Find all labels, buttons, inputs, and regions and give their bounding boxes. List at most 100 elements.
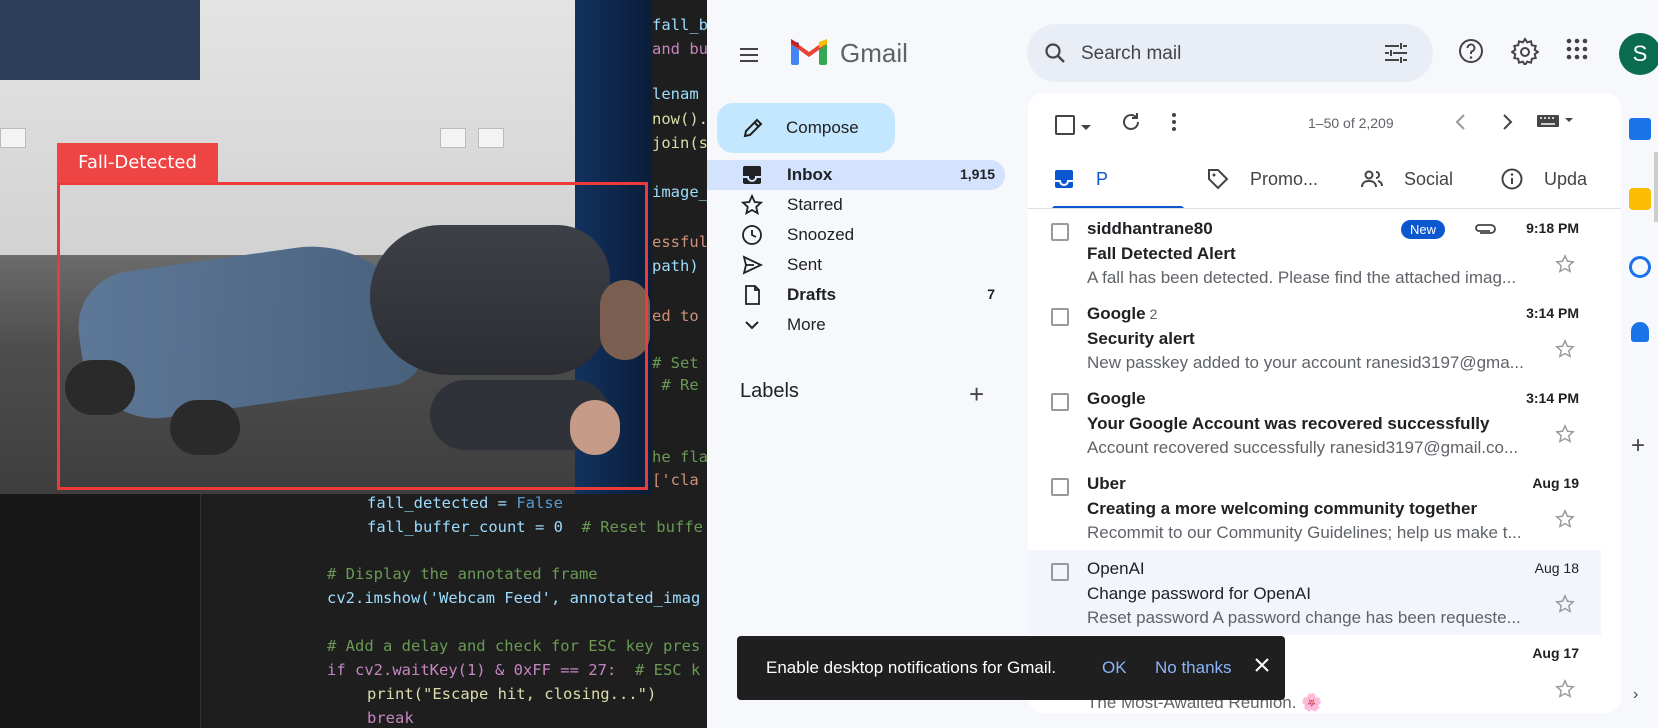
code-line: path) (652, 257, 699, 275)
star-icon[interactable] (1555, 509, 1577, 531)
webcam-feed-window: Fall-Detected (0, 0, 652, 494)
email-checkbox[interactable] (1051, 393, 1069, 411)
email-sender-name: OpenAI (1087, 559, 1145, 578)
star-icon[interactable] (1555, 339, 1577, 361)
sidebar-item-label: Snoozed (787, 225, 855, 244)
email-checkbox[interactable] (1051, 478, 1069, 496)
star-icon[interactable] (1555, 594, 1577, 616)
tab-updates-label: Upda (1544, 169, 1588, 189)
main-menu-icon[interactable] (727, 33, 771, 77)
code-line: break (367, 709, 414, 727)
email-subject: Change password for OpenAI (1087, 584, 1311, 603)
tab-social[interactable]: Social (1360, 153, 1480, 209)
email-subject: Fall Detected Alert (1087, 244, 1236, 263)
code-line: cv2.imshow('Webcam Feed', annotated_imag (327, 589, 700, 607)
email-subject: Security alert (1087, 329, 1195, 348)
email-snippet: Reset password A password change has bee… (1087, 608, 1521, 627)
star-icon[interactable] (1555, 424, 1577, 446)
side-panel: + › (1625, 100, 1658, 720)
prev-page-icon[interactable] (1454, 113, 1468, 136)
toast-no-thanks-button[interactable]: No thanks (1155, 658, 1232, 678)
create-label-icon[interactable]: + (969, 379, 984, 410)
code-line: fall_bu (652, 16, 707, 34)
attachment-icon (1474, 222, 1496, 241)
refresh-icon[interactable] (1120, 111, 1142, 138)
inbox-icon (741, 164, 763, 186)
sidebar-item-sent[interactable]: Sent (707, 250, 1005, 280)
gmail-logo-icon[interactable] (789, 36, 829, 72)
tab-primary[interactable]: P (1052, 153, 1184, 209)
email-snippet: Recommit to our Community Guidelines; he… (1087, 523, 1522, 542)
tab-updates[interactable]: Upda (1500, 153, 1621, 209)
calendar-icon[interactable] (1629, 118, 1651, 140)
email-sender-name: Google (1087, 389, 1146, 408)
select-caret-icon[interactable] (1080, 119, 1092, 137)
email-row[interactable]: Google Your Google Account was recovered … (1028, 380, 1601, 466)
star-icon (740, 193, 764, 216)
show-side-panel-chevron-icon[interactable]: › (1633, 686, 1638, 704)
next-page-icon[interactable] (1500, 113, 1514, 136)
code-token: if cv2.waitKey(1) & 0xFF == 27: (327, 661, 635, 679)
toast-message: Enable desktop notifications for Gmail. (766, 658, 1057, 677)
code-line: fall_buffer_count = 0 # Reset buffe (367, 518, 703, 536)
people-icon (1360, 167, 1386, 193)
contacts-icon[interactable] (1631, 322, 1649, 342)
sidebar-item-drafts[interactable]: Drafts 7 (707, 280, 1005, 310)
tab-promotions[interactable]: Promo... (1206, 153, 1336, 209)
keep-icon[interactable] (1629, 188, 1651, 210)
star-icon[interactable] (1555, 254, 1577, 276)
email-date: Aug 17 (1532, 645, 1579, 661)
email-row[interactable]: OpenAI Change password for OpenAI Reset pa… (1028, 550, 1601, 636)
sidebar-item-snoozed[interactable]: Snoozed (707, 220, 1005, 250)
account-avatar[interactable]: S (1619, 33, 1658, 75)
code-editor-window: fall_buand but lenam now().s join(sa image_e… (0, 0, 707, 728)
email-sender: OpenAI (1087, 559, 1145, 579)
email-date: Aug 19 (1532, 475, 1579, 491)
gmail-wordmark[interactable]: Gmail (840, 38, 908, 69)
email-date: Aug 18 (1534, 560, 1579, 576)
sidebar-item-inbox[interactable]: Inbox 1,915 (707, 160, 1005, 190)
tag-icon (1206, 167, 1232, 193)
sidebar-item-label: Drafts (787, 285, 837, 304)
compose-button[interactable]: Compose (717, 103, 895, 153)
help-icon[interactable] (1457, 37, 1485, 65)
code-line: lenam (652, 85, 699, 103)
email-row[interactable]: Google 2 Security alert New passkey added t… (1028, 295, 1601, 381)
search-icon[interactable] (1043, 41, 1067, 65)
email-checkbox[interactable] (1051, 223, 1069, 241)
settings-gear-icon[interactable] (1511, 37, 1539, 65)
code-line: essful (652, 233, 707, 251)
pencil-icon (741, 116, 765, 140)
email-row[interactable]: Uber Creating a more welcoming community … (1028, 465, 1601, 551)
email-checkbox[interactable] (1051, 308, 1069, 326)
toast-ok-button[interactable]: OK (1102, 658, 1127, 678)
input-tools-keyboard-icon[interactable] (1536, 113, 1576, 134)
code-line: if cv2.waitKey(1) & 0xFF == 27: # ESC k (327, 661, 700, 679)
search-bar[interactable] (1027, 24, 1433, 82)
new-badge: New (1401, 220, 1446, 239)
code-token: print("Escape hit, closing...") (367, 685, 657, 703)
tasks-icon[interactable] (1629, 256, 1651, 278)
email-row[interactable]: siddhantrane80 New Fall Detected Alert A fa… (1028, 210, 1601, 296)
email-sender-name: Google (1087, 304, 1146, 323)
email-sender-name: siddhantrane80 (1087, 219, 1213, 238)
select-all-checkbox[interactable] (1055, 115, 1075, 135)
inbox-panel: 1–50 of 2,209 P Promo... Social Upda sid… (1028, 93, 1621, 713)
labels-heading: Labels (740, 380, 799, 402)
email-checkbox[interactable] (1051, 563, 1069, 581)
sidebar-item-more[interactable]: More (707, 310, 1005, 340)
code-token: fall_detected = (367, 494, 517, 512)
tab-social-label: Social (1404, 169, 1454, 189)
sidebar-item-starred[interactable]: Starred (707, 190, 1005, 220)
search-options-icon[interactable] (1383, 41, 1409, 65)
email-date: 3:14 PM (1526, 305, 1579, 321)
get-addons-plus-icon[interactable]: + (1631, 432, 1645, 460)
code-token: break (367, 709, 414, 727)
close-icon[interactable] (1253, 656, 1271, 679)
sidebar-item-label: Starred (787, 195, 843, 214)
search-input[interactable] (1079, 38, 1373, 70)
wall-socket (478, 128, 504, 148)
more-vert-icon[interactable] (1170, 111, 1178, 138)
star-icon[interactable] (1555, 679, 1577, 701)
google-apps-grid-icon[interactable] (1565, 37, 1589, 61)
